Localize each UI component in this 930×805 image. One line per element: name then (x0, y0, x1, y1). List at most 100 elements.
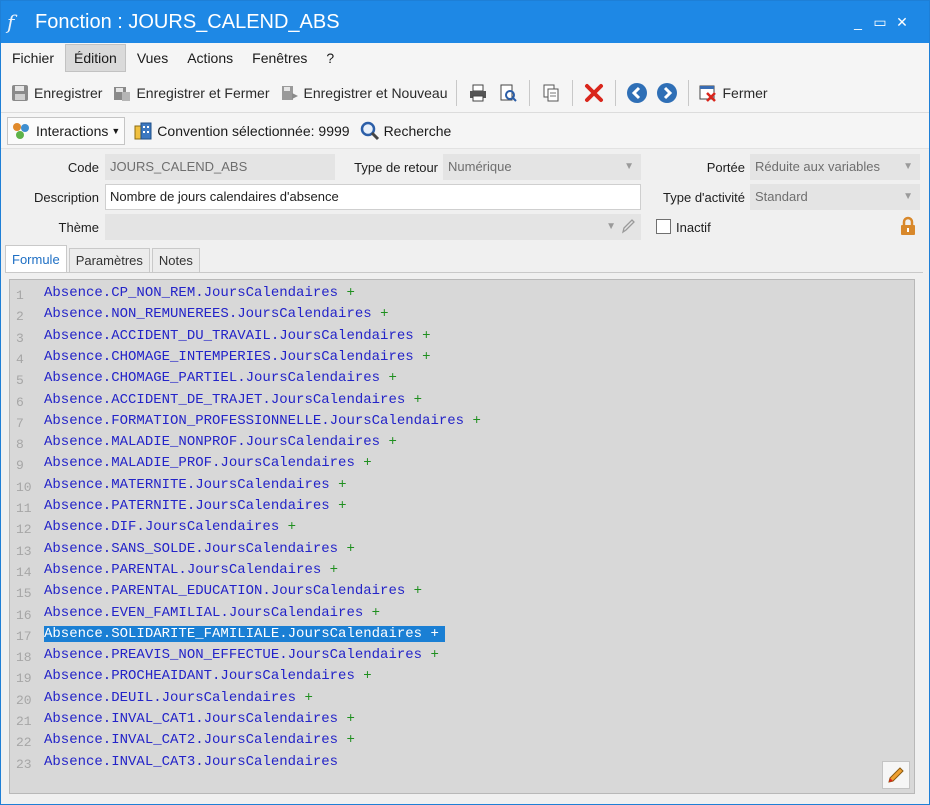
formula-line[interactable]: 21 Absence.INVAL_CAT1.JoursCalendaires + (10, 710, 914, 731)
line-number: 3 (16, 330, 24, 346)
line-number: 17 (16, 628, 32, 644)
code-field[interactable]: JOURS_CALEND_ABS (105, 154, 335, 180)
plus-operator: + (346, 732, 355, 749)
next-icon[interactable] (654, 80, 680, 106)
formula-line[interactable]: 7 Absence.FORMATION_PROFESSIONNELLE.Jours… (10, 412, 914, 433)
formula-code: Absence.PARENTAL_EDUCATION.JoursCalendai… (44, 583, 422, 599)
formula-code: Absence.FORMATION_PROFESSIONNELLE.JoursC… (44, 413, 481, 429)
formula-line[interactable]: 16 Absence.EVEN_FAMILIAL.JoursCalendaires… (10, 604, 914, 625)
formula-expression: Absence.DEUIL.JoursCalendaires (44, 689, 297, 706)
formula-line[interactable]: 18 Absence.PREAVIS_NON_EFFECTUE.JoursCale… (10, 646, 914, 667)
formula-line[interactable]: 8 Absence.MALADIE_NONPROF.JoursCalendaire… (10, 433, 914, 454)
plus-operator: + (338, 476, 347, 493)
activity-type-select[interactable]: Standard ▼ (750, 184, 920, 210)
formula-code: Absence.SOLIDARITE_FAMILIALE.JoursCalend… (44, 625, 445, 642)
formula-line[interactable]: 10 Absence.MATERNITE.JoursCalendaires + (10, 476, 914, 497)
close-button[interactable]: Fermer (695, 78, 770, 108)
close-window-button[interactable]: ✕ (891, 1, 913, 43)
formula-code: Absence.NON_REMUNEREES.JoursCalendaires … (44, 306, 388, 322)
line-number: 6 (16, 394, 24, 410)
code-value: JOURS_CALEND_ABS (110, 159, 248, 174)
formula-line[interactable]: 4 Absence.CHOMAGE_INTEMPERIES.JoursCalend… (10, 348, 914, 369)
formula-line[interactable]: 3 Absence.ACCIDENT_DU_TRAVAIL.JoursCalend… (10, 327, 914, 348)
formula-line[interactable]: 14 Absence.PARENTAL.JoursCalendaires + (10, 561, 914, 582)
plus-operator: + (371, 604, 381, 621)
scope-value: Réduite aux variables (755, 159, 881, 174)
menu-fichier[interactable]: Fichier (4, 44, 62, 72)
formula-expression: Absence.SOLIDARITE_FAMILIALE.JoursCalend… (44, 625, 423, 642)
formula-editor[interactable]: 23 Absence.INVAL_CAT3.JoursCalendaires 22 A… (9, 279, 915, 794)
formula-line[interactable]: 9 Absence.MALADIE_PROF.JoursCalendaires + (10, 454, 914, 475)
line-number: 2 (16, 309, 24, 325)
pencil-icon[interactable] (621, 218, 635, 242)
line-number: 13 (16, 543, 32, 559)
formula-line[interactable]: 11 Absence.PATERNITE.JoursCalendaires + (10, 497, 914, 518)
formula-line[interactable]: 5 Absence.CHOMAGE_PARTIEL.JoursCalendaire… (10, 369, 914, 390)
formula-line[interactable]: 6 Absence.ACCIDENT_DE_TRAJET.JoursCalenda… (10, 391, 914, 412)
formula-line[interactable]: 19 Absence.PROCHEAIDANT.JoursCalendaires … (10, 667, 914, 688)
plus-operator: + (363, 668, 372, 685)
plus-operator: + (413, 391, 423, 408)
tab-parametres[interactable]: Paramètres (68, 248, 150, 273)
menu-edition[interactable]: Édition (65, 44, 126, 72)
scope-select[interactable]: Réduite aux variables ▼ (750, 154, 920, 180)
edit-formula-button[interactable] (882, 761, 910, 789)
formula-line[interactable]: 20 Absence.DEUIL.JoursCalendaires + (10, 689, 914, 710)
chevron-down-icon: ▼ (624, 161, 634, 172)
formula-expression: Absence.ACCIDENT_DE_TRAJET.JoursCalendai… (44, 391, 406, 408)
formula-code: Absence.MATERNITE.JoursCalendaires + (44, 477, 346, 493)
line-number: 12 (16, 522, 32, 538)
formula-code: Absence.INVAL_CAT1.JoursCalendaires + (44, 711, 355, 727)
formula-line[interactable]: 13 Absence.SANS_SOLDE.JoursCalendaires + (10, 540, 914, 561)
formula-line[interactable]: 2 Absence.NON_REMUNEREES.JoursCalendaires… (10, 305, 914, 326)
formula-code: Absence.PROCHEAIDANT.JoursCalendaires + (44, 668, 372, 684)
menu-help[interactable]: ? (318, 44, 342, 72)
formula-expression: Absence.PARENTAL.JoursCalendaires (44, 561, 322, 578)
convention-item[interactable]: Convention sélectionnée: 9999 (129, 117, 353, 145)
line-number: 4 (16, 351, 24, 367)
formula-code: Absence.CHOMAGE_PARTIEL.JoursCalendaires… (44, 370, 397, 386)
formula-expression: Absence.SANS_SOLDE.JoursCalendaires (44, 540, 339, 557)
formula-expression: Absence.PREAVIS_NON_EFFECTUE.JoursCalend… (44, 647, 423, 664)
tab-formule[interactable]: Formule (5, 245, 67, 273)
delete-icon[interactable] (581, 80, 607, 106)
formula-expression: Absence.DIF.JoursCalendaires (44, 519, 280, 536)
plus-operator: + (329, 561, 339, 578)
return-type-select[interactable]: Numérique ▼ (443, 154, 641, 180)
formula-line[interactable]: 22 Absence.INVAL_CAT2.JoursCalendaires + (10, 731, 914, 752)
print-icon[interactable] (465, 80, 491, 106)
search-button[interactable]: Recherche (356, 117, 456, 145)
formula-line[interactable]: 15 Absence.PARENTAL_EDUCATION.JoursCalend… (10, 582, 914, 603)
description-value: Nombre de jours calendaires d'absence (110, 189, 339, 204)
minimize-button[interactable]: _ (847, 1, 869, 43)
formula-line[interactable]: 1 Absence.CP_NON_REM.JoursCalendaires + (10, 284, 914, 305)
menu-fenetres[interactable]: Fenêtres (244, 44, 315, 72)
plus-operator: + (287, 519, 297, 536)
tab-notes[interactable]: Notes (151, 248, 200, 273)
maximize-button[interactable]: ▭ (869, 1, 891, 43)
menu-vues[interactable]: Vues (129, 44, 176, 72)
print-preview-icon[interactable] (495, 80, 521, 106)
interactions-dropdown[interactable]: Interactions ▼ (7, 116, 126, 145)
formula-code: Absence.ACCIDENT_DU_TRAVAIL.JoursCalenda… (44, 328, 430, 344)
menu-actions[interactable]: Actions (179, 44, 241, 72)
copy-icon[interactable] (538, 80, 564, 106)
description-input[interactable]: Nombre de jours calendaires d'absence (105, 184, 641, 210)
save-new-label: Enregistrer et Nouveau (303, 84, 448, 101)
formula-code: Absence.DIF.JoursCalendaires + (44, 519, 296, 535)
chevron-down-icon: ▼ (606, 221, 616, 232)
tab-strip: Formule Paramètres Notes (5, 245, 202, 273)
theme-select[interactable]: ▼ (105, 214, 641, 240)
plus-operator: + (388, 370, 397, 387)
inactive-checkbox[interactable] (656, 219, 671, 234)
previous-icon[interactable] (624, 80, 650, 106)
formula-line[interactable]: 12 Absence.DIF.JoursCalendaires + (10, 518, 914, 539)
formula-line[interactable]: 17 Absence.SOLIDARITE_FAMILIALE.JoursCale… (10, 625, 914, 646)
line-number: 21 (16, 714, 32, 729)
save-button[interactable]: Enregistrer (7, 78, 105, 108)
plus-operator: + (388, 434, 397, 451)
save-close-button[interactable]: Enregistrer et Fermer (109, 78, 272, 108)
formula-line[interactable]: 23 Absence.INVAL_CAT3.JoursCalendaires (10, 753, 914, 774)
save-new-button[interactable]: Enregistrer et Nouveau (277, 78, 451, 108)
theme-label: Thème (58, 220, 99, 235)
